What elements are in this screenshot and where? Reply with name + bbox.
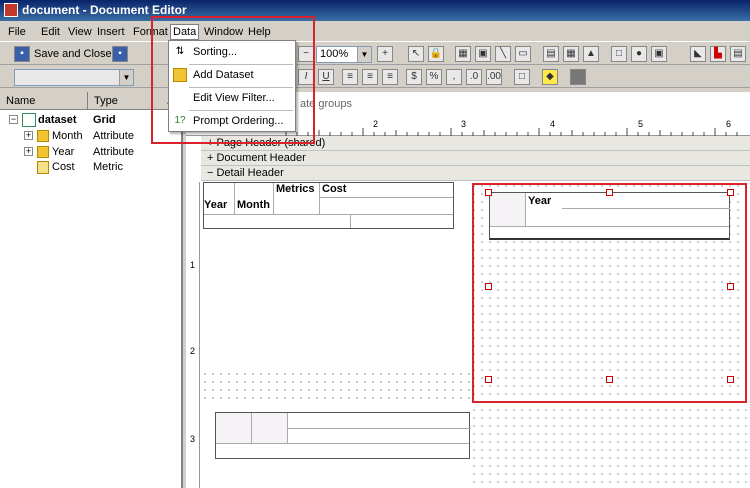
panel-icon[interactable]: ▤ bbox=[543, 46, 559, 62]
grid3-cell bbox=[216, 413, 252, 443]
align-center-icon[interactable]: ≡ bbox=[362, 69, 378, 85]
column-header-type-label: Type bbox=[94, 95, 118, 107]
grid3-cell bbox=[252, 413, 288, 443]
attribute-icon bbox=[37, 146, 49, 158]
tree-item-cost-type: Metric bbox=[93, 161, 123, 173]
grid-icon bbox=[22, 113, 36, 127]
ruler-mark: 2 bbox=[373, 119, 379, 129]
decrease-decimal-icon[interactable]: .00 bbox=[486, 69, 502, 85]
vertical-ruler: 1 2 3 bbox=[186, 182, 200, 488]
object-browser: Name Type ▲ − dataset Grid + Month Attri… bbox=[0, 92, 183, 488]
rectangle-icon[interactable]: ▭ bbox=[515, 46, 531, 62]
grid-object-1[interactable]: Year Month Metrics Cost bbox=[203, 182, 454, 229]
html-icon[interactable]: ▣ bbox=[651, 46, 667, 62]
expand-icon[interactable]: + bbox=[24, 147, 33, 156]
chevron-down-icon: ▼ bbox=[119, 70, 133, 85]
ruler-mark: 3 bbox=[461, 119, 467, 129]
align-left-icon[interactable]: ≡ bbox=[342, 69, 358, 85]
save-close-button[interactable]: Save and Close bbox=[34, 45, 112, 63]
tree-item-year-type: Attribute bbox=[93, 146, 134, 158]
toolbar-main: ▪ Save and Close ▪ − 100% ▼ + ↖ 🔒 ▦ ▣ ╲ … bbox=[0, 43, 750, 65]
align-right-icon[interactable]: ≡ bbox=[382, 69, 398, 85]
collapse-icon[interactable]: − bbox=[9, 115, 18, 124]
export-icon[interactable]: ◣ bbox=[690, 46, 706, 62]
expand-icon[interactable]: + bbox=[24, 131, 33, 140]
grid1-metrics-header: Metrics bbox=[274, 183, 320, 214]
grid3-divider bbox=[216, 443, 469, 444]
attribute-icon bbox=[37, 130, 49, 142]
zoom-in-icon[interactable]: + bbox=[377, 46, 393, 62]
chevron-down-icon: ▼ bbox=[357, 47, 371, 62]
toolbar-format: ▼ I U ≡ ≡ ≡ $ % , .0 .00 □ ◆ bbox=[0, 66, 750, 88]
vruler-mark: 3 bbox=[190, 434, 196, 444]
table-icon[interactable]: ▦ bbox=[563, 46, 579, 62]
currency-icon[interactable]: $ bbox=[406, 69, 422, 85]
underline-icon[interactable]: U bbox=[318, 69, 334, 85]
band-document-header[interactable]: + Document Header bbox=[201, 151, 750, 166]
menu-edit[interactable]: Edit bbox=[39, 25, 62, 39]
metric-icon bbox=[37, 161, 49, 174]
band-detail-header[interactable]: − Detail Header bbox=[201, 166, 750, 181]
canvas-grid bbox=[201, 370, 471, 400]
app-icon bbox=[4, 3, 18, 17]
grid-object-3[interactable] bbox=[215, 412, 471, 459]
fill-color-icon[interactable]: ◆ bbox=[542, 69, 558, 85]
font-select[interactable]: ▼ bbox=[14, 69, 134, 86]
menu-file[interactable]: File bbox=[6, 25, 28, 39]
increase-decimal-icon[interactable]: .0 bbox=[466, 69, 482, 85]
grid1-row-divider bbox=[204, 214, 453, 215]
tree-item-month-type: Attribute bbox=[93, 130, 134, 142]
grid-icon[interactable]: ▦ bbox=[455, 46, 471, 62]
percent-icon[interactable]: % bbox=[426, 69, 442, 85]
grid1-year-header: Year bbox=[204, 183, 235, 214]
image-icon[interactable]: ▣ bbox=[475, 46, 491, 62]
line-icon[interactable]: ╲ bbox=[495, 46, 511, 62]
menu-insert[interactable]: Insert bbox=[95, 25, 127, 39]
column-header-name[interactable]: Name bbox=[0, 92, 88, 110]
highlight-data-menu bbox=[151, 16, 315, 144]
grid1-month-header: Month bbox=[235, 183, 274, 214]
menu-bar: File Edit View Insert Format Data Window… bbox=[0, 22, 750, 42]
grid1-col-divider bbox=[350, 214, 351, 228]
vruler-mark: 2 bbox=[190, 346, 196, 356]
menu-view[interactable]: View bbox=[66, 25, 94, 39]
tree-item-dataset[interactable]: dataset bbox=[38, 112, 77, 128]
comma-icon[interactable]: , bbox=[446, 69, 462, 85]
grid1-cost-header: Cost bbox=[320, 183, 453, 198]
zoom-value: 100% bbox=[320, 48, 349, 60]
save-as-icon[interactable]: ▪ bbox=[112, 46, 128, 62]
ruler-mark: 5 bbox=[638, 119, 644, 129]
tree-item-month[interactable]: Month bbox=[52, 128, 83, 144]
vruler-mark: 1 bbox=[190, 260, 196, 270]
border-icon[interactable]: □ bbox=[514, 69, 530, 85]
title-bar: document - Document Editor bbox=[0, 0, 750, 21]
widget-icon[interactable]: □ bbox=[611, 46, 627, 62]
globe-icon[interactable]: ● bbox=[631, 46, 647, 62]
grid3-divider bbox=[288, 428, 471, 429]
save-icon[interactable]: ▪ bbox=[14, 46, 30, 62]
highlight-selected-grid bbox=[472, 183, 747, 403]
window-title: document - Document Editor bbox=[22, 3, 187, 17]
ruler-mark: 6 bbox=[726, 119, 732, 129]
pointer-icon[interactable]: ↖ bbox=[408, 46, 424, 62]
graph-icon[interactable]: ▲ bbox=[583, 46, 599, 62]
font-color-icon[interactable] bbox=[570, 69, 586, 85]
lock-icon[interactable]: 🔒 bbox=[428, 46, 444, 62]
print-icon[interactable]: ▤ bbox=[730, 46, 746, 62]
tree-item-dataset-type: Grid bbox=[93, 114, 116, 126]
pdf-icon[interactable]: ▙ bbox=[710, 46, 726, 62]
ruler-mark: 4 bbox=[550, 119, 556, 129]
tree-item-cost[interactable]: Cost bbox=[52, 159, 75, 175]
tree-item-year[interactable]: Year bbox=[52, 144, 74, 160]
zoom-select[interactable]: 100% ▼ bbox=[316, 46, 372, 63]
